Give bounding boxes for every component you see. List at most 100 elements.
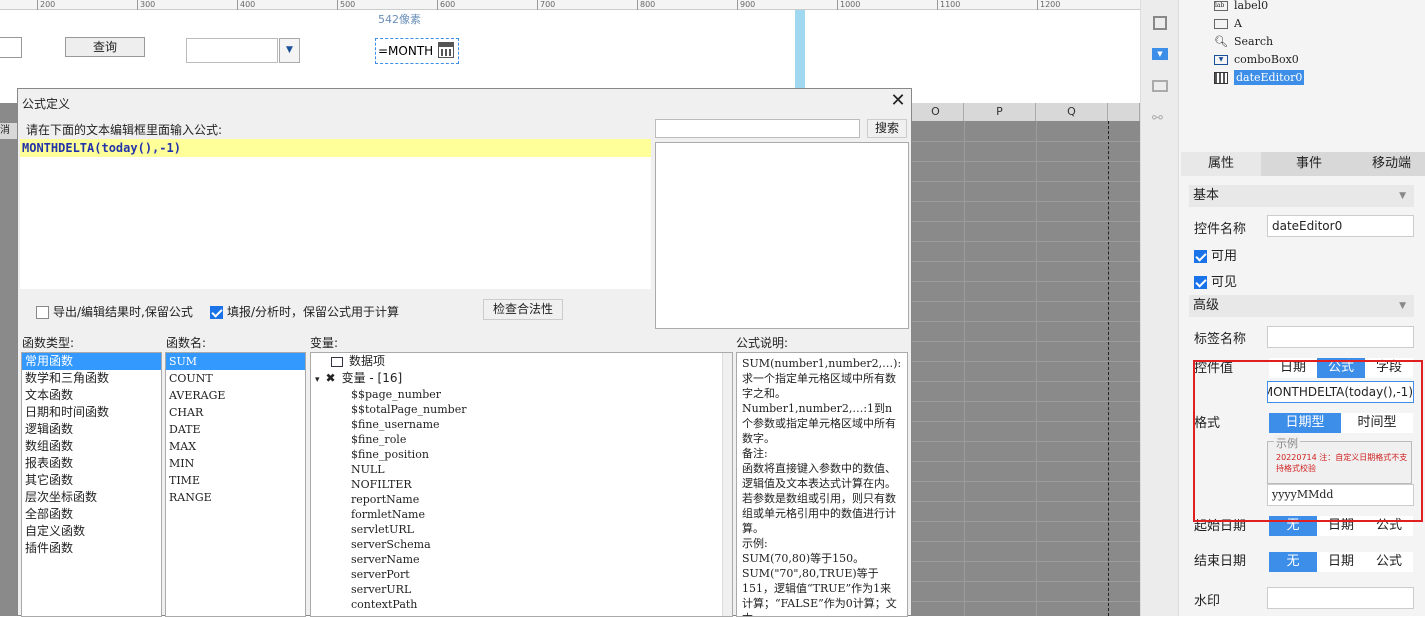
chevron-down-icon[interactable]: ▾ bbox=[315, 375, 320, 385]
enabled-checkbox[interactable]: 可用 bbox=[1194, 245, 1237, 264]
list-item[interactable]: COUNT bbox=[166, 370, 305, 387]
desc-line: SUM(number1,number2,…):求一个指定单元格区域中所有数字之和… bbox=[742, 357, 902, 400]
keep-formula-export[interactable]: 导出/编辑结果时,保留公式 bbox=[36, 303, 193, 320]
list-item[interactable]: 数学和三角函数 bbox=[22, 370, 161, 387]
link-icon[interactable]: ⚯ bbox=[1152, 112, 1168, 126]
list-item[interactable]: RANGE bbox=[166, 489, 305, 506]
list-item[interactable]: 全部函数 bbox=[22, 506, 161, 523]
list-item[interactable]: 自定义函数 bbox=[22, 523, 161, 540]
list-item[interactable]: MIN bbox=[166, 455, 305, 472]
section-basic[interactable]: 基本 ▼ bbox=[1189, 185, 1414, 207]
func-name-list[interactable]: SUM COUNT AVERAGE CHAR DATE MAX MIN TIME… bbox=[165, 352, 306, 617]
tab-mobile[interactable]: 移动端 bbox=[1357, 152, 1425, 176]
tree-item[interactable]: $$totalPage_number bbox=[311, 402, 732, 417]
tree-item[interactable]: $fine_position bbox=[311, 447, 732, 462]
section-advanced[interactable]: 高级 ▼ bbox=[1189, 295, 1414, 317]
end-mode-date[interactable]: 日期 bbox=[1317, 552, 1365, 572]
list-item[interactable]: AVERAGE bbox=[166, 387, 305, 404]
checkbox-checked[interactable] bbox=[1194, 276, 1207, 289]
tree-item[interactable]: formletName bbox=[311, 507, 732, 522]
keep-formula-fill[interactable]: 填报/分析时，保留公式用于计算 bbox=[210, 303, 399, 320]
list-item[interactable]: TIME bbox=[166, 472, 305, 489]
tree-item[interactable]: $fine_username bbox=[311, 417, 732, 432]
start-mode-none[interactable]: 无 bbox=[1269, 516, 1317, 536]
tree-item-label: A bbox=[1234, 17, 1242, 30]
tree-item[interactable]: 数据项 bbox=[311, 353, 732, 370]
search-results[interactable] bbox=[655, 142, 909, 329]
start-mode-date[interactable]: 日期 bbox=[1317, 516, 1365, 536]
value-mode-field[interactable]: 字段 bbox=[1365, 358, 1413, 378]
formula-editor[interactable]: MONTHDELTA(today(),-1) bbox=[20, 139, 651, 289]
tree-item[interactable]: $fine_role bbox=[311, 432, 732, 447]
format-date-type[interactable]: 日期型 bbox=[1269, 413, 1341, 433]
text-widget[interactable] bbox=[0, 37, 22, 58]
list-item[interactable]: CHAR bbox=[166, 404, 305, 421]
tree-item[interactable]: NULL bbox=[311, 462, 732, 477]
tab-properties[interactable]: 属性 bbox=[1181, 152, 1261, 176]
tree-item[interactable]: ▾ ✖ 变量 - [16] bbox=[311, 370, 732, 387]
tree-item[interactable]: dateEditor0 bbox=[1214, 69, 1425, 87]
frame-icon[interactable] bbox=[1153, 16, 1167, 30]
list-item[interactable]: SUM bbox=[166, 353, 305, 370]
variable-tree[interactable]: 数据项 ▾ ✖ 变量 - [16] $$page_number $$totalPag… bbox=[310, 352, 733, 617]
list-item[interactable]: DATE bbox=[166, 421, 305, 438]
check-validity-button[interactable]: 检查合法性 bbox=[483, 299, 563, 320]
start-mode-formula[interactable]: 公式 bbox=[1365, 516, 1413, 536]
end-mode-none[interactable]: 无 bbox=[1269, 552, 1317, 572]
combobox-dropdown-icon[interactable]: ▼ bbox=[279, 38, 300, 63]
tab-events[interactable]: 事件 bbox=[1261, 152, 1357, 176]
format-input[interactable]: yyyyMMdd bbox=[1267, 484, 1414, 506]
watermark-input[interactable] bbox=[1267, 587, 1414, 609]
tree-item[interactable]: lab label0 bbox=[1214, 0, 1425, 15]
combobox-icon[interactable]: ▼ bbox=[1152, 48, 1168, 60]
calendar-icon[interactable] bbox=[438, 42, 454, 58]
list-item[interactable]: 数组函数 bbox=[22, 438, 161, 455]
visible-checkbox[interactable]: 可见 bbox=[1194, 271, 1237, 290]
list-item[interactable]: 插件函数 bbox=[22, 540, 161, 557]
format-time-type[interactable]: 时间型 bbox=[1341, 413, 1413, 433]
label-name-input[interactable] bbox=[1267, 326, 1414, 348]
func-type-list[interactable]: 常用函数 数学和三角函数 文本函数 日期和时间函数 逻辑函数 数组函数 报表函数… bbox=[21, 352, 162, 617]
list-item[interactable]: 常用函数 bbox=[22, 353, 161, 370]
list-item[interactable]: 其它函数 bbox=[22, 472, 161, 489]
widget-name-input[interactable]: dateEditor0 bbox=[1267, 215, 1414, 237]
value-formula-input[interactable]: MONTHDELTA(today(),-1) bbox=[1267, 381, 1414, 403]
checkbox[interactable] bbox=[36, 306, 49, 319]
search-button[interactable]: 搜索 bbox=[867, 119, 907, 138]
date-editor-widget[interactable]: =MONTH bbox=[375, 38, 459, 64]
tree-item[interactable]: serverPort bbox=[311, 567, 732, 582]
value-mode-formula[interactable]: 公式 bbox=[1317, 358, 1365, 378]
tree-item[interactable]: reportName bbox=[311, 492, 732, 507]
list-item[interactable]: 逻辑函数 bbox=[22, 421, 161, 438]
ruler: 200 300 400 500 600 700 800 900 1000 110… bbox=[0, 0, 1140, 10]
list-item[interactable]: 报表函数 bbox=[22, 455, 161, 472]
checkbox-checked[interactable] bbox=[210, 306, 223, 319]
scrollbar[interactable] bbox=[722, 353, 732, 616]
value-mode-date[interactable]: 日期 bbox=[1269, 358, 1317, 378]
column-header[interactable] bbox=[1108, 103, 1140, 121]
tree-item[interactable]: A bbox=[1214, 15, 1425, 33]
tree-item[interactable]: NOFILTER bbox=[311, 477, 732, 492]
tree-item[interactable]: 🔍︎ Search bbox=[1214, 33, 1425, 51]
list-item[interactable]: 文本函数 bbox=[22, 387, 161, 404]
list-item[interactable]: 日期和时间函数 bbox=[22, 404, 161, 421]
tree-item[interactable]: $$page_number bbox=[311, 387, 732, 402]
tree-item[interactable]: contextPath bbox=[311, 597, 732, 612]
column-header-q[interactable]: Q bbox=[1036, 103, 1108, 121]
stack-icon[interactable] bbox=[1152, 80, 1168, 92]
tree-item[interactable]: serverName bbox=[311, 552, 732, 567]
column-header-o[interactable]: O bbox=[908, 103, 964, 121]
search-input[interactable] bbox=[655, 119, 860, 138]
query-button[interactable]: 查询 bbox=[65, 37, 145, 57]
tree-item[interactable]: servletURL bbox=[311, 522, 732, 537]
column-header-p[interactable]: P bbox=[964, 103, 1036, 121]
checkbox-checked[interactable] bbox=[1194, 250, 1207, 263]
tree-item[interactable]: serverURL bbox=[311, 582, 732, 597]
end-mode-formula[interactable]: 公式 bbox=[1365, 552, 1413, 572]
list-item[interactable]: MAX bbox=[166, 438, 305, 455]
close-icon[interactable]: ✕ bbox=[888, 91, 908, 111]
tree-item[interactable]: ▼ comboBox0 bbox=[1214, 51, 1425, 69]
list-item[interactable]: 层次坐标函数 bbox=[22, 489, 161, 506]
combobox-widget[interactable] bbox=[186, 38, 278, 63]
tree-item[interactable]: serverSchema bbox=[311, 537, 732, 552]
